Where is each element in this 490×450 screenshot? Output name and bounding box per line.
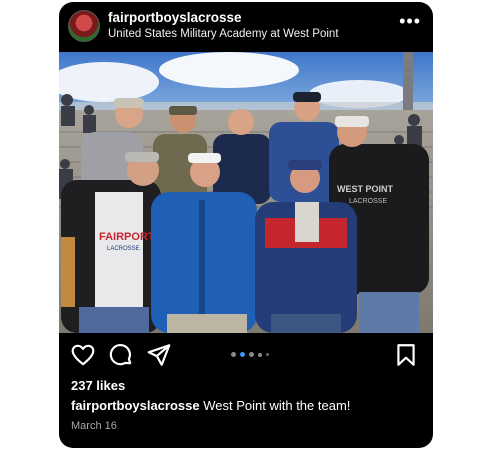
bookmark-icon[interactable] — [393, 342, 419, 368]
carousel-dot — [266, 353, 269, 356]
caption-username[interactable]: fairportboyslacrosse — [71, 398, 200, 413]
carousel-dot — [231, 352, 236, 357]
shirt-text-right-sub: LACROSSE — [349, 198, 387, 205]
post-header: fairportboyslacrosse United States Milit… — [59, 2, 433, 54]
instagram-post: fairportboyslacrosse United States Milit… — [59, 2, 433, 448]
caption-text: West Point with the team! — [203, 398, 351, 413]
shirt-text-left: FAIRPORT — [99, 231, 155, 243]
post-location[interactable]: United States Military Academy at West P… — [108, 28, 339, 40]
carousel-dot — [258, 352, 262, 357]
shirt-text-left-sub: LACROSSE — [107, 246, 140, 252]
send-icon[interactable] — [146, 342, 172, 368]
heart-icon[interactable] — [70, 342, 96, 368]
post-date: March 16 — [71, 420, 117, 432]
post-username[interactable]: fairportboyslacrosse — [108, 10, 242, 25]
avatar[interactable] — [68, 10, 100, 42]
carousel-dot — [249, 352, 254, 357]
comment-icon[interactable] — [108, 342, 134, 368]
carousel-dot-active — [240, 352, 245, 357]
shirt-text-right: WEST POINT — [337, 184, 394, 194]
more-horizontal-icon[interactable]: ••• — [399, 11, 421, 32]
caption: fairportboyslacrosse West Point with the… — [71, 398, 350, 413]
post-actions — [59, 342, 433, 372]
post-photo[interactable]: WEST POINT LACROSSE FAIRPORT LACROSSE — [59, 52, 433, 333]
likes-count[interactable]: 237 likes — [71, 378, 125, 393]
